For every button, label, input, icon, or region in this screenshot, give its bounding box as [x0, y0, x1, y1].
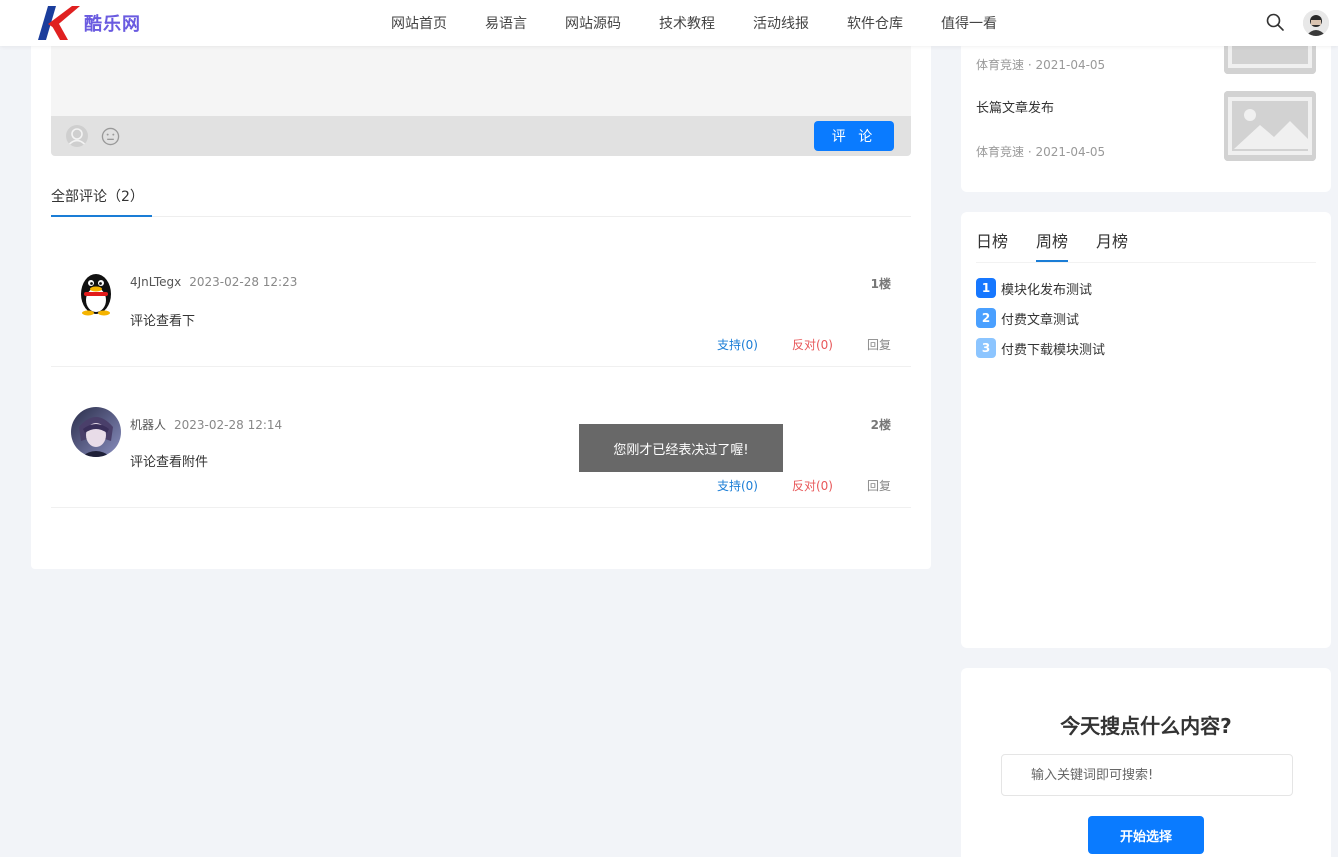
ranking-card: 日榜 周榜 月榜 1 模块化发布测试 2 付费文章测试 3 付费下载模块测试: [961, 212, 1331, 648]
comments-card: 评 论 全部评论（2） 4JnLTegx 2023-02-28 12:23 1楼 …: [31, 46, 931, 569]
ranking-item-title: 付费下载模块测试: [1001, 342, 1106, 358]
commenter-avatar: [71, 268, 121, 318]
ranking-item[interactable]: 1 模块化发布测试: [976, 278, 1092, 298]
image-placeholder-icon: [1224, 46, 1316, 74]
nav-item-activities[interactable]: 活动线报: [753, 13, 809, 33]
comment-text: 评论查看附件: [130, 455, 209, 470]
nav-item-home[interactable]: 网站首页: [391, 13, 447, 33]
submit-comment-button[interactable]: 评 论: [814, 121, 894, 151]
support-button[interactable]: 支持(0): [717, 336, 758, 353]
related-articles-card: 体育竞速 · 2021-04-05 长篇文章发布 体育竞速 · 2021-04-…: [961, 46, 1331, 192]
nav-item-eyuyan[interactable]: 易语言: [485, 13, 527, 33]
article-meta: 体育竞速 · 2021-04-05: [976, 58, 1106, 72]
comment-date: 2023-02-28 12:23: [189, 275, 298, 289]
comment-author[interactable]: 机器人: [130, 418, 166, 432]
ranking-item-title: 模块化发布测试: [1001, 282, 1093, 298]
ranking-item[interactable]: 2 付费文章测试: [976, 308, 1079, 328]
editor-toolbar: 评 论: [51, 116, 911, 156]
user-avatar[interactable]: [1303, 10, 1329, 36]
search-card: 今天搜点什么内容? 开始选择: [961, 668, 1331, 857]
tab-monthly[interactable]: 月榜: [1096, 228, 1128, 262]
comment-actions: 支持(0) 反对(0) 回复: [717, 477, 891, 494]
site-logo[interactable]: 酷乐网: [34, 4, 141, 42]
comment-meta: 机器人 2023-02-28 12:14: [130, 416, 282, 433]
comment-text: 评论查看下: [130, 314, 196, 329]
rank-number-badge: 2: [976, 308, 996, 328]
ranking-divider: [976, 262, 1316, 263]
toast-message: 您刚才已经表决过了喔!: [579, 424, 783, 472]
nav-item-source[interactable]: 网站源码: [565, 13, 621, 33]
commenter-avatar: [71, 407, 121, 457]
article-thumbnail[interactable]: [1224, 91, 1316, 161]
nav-item-software[interactable]: 软件仓库: [847, 13, 903, 33]
comment-floor: 2楼: [870, 418, 891, 432]
tab-daily[interactable]: 日榜: [976, 228, 1008, 262]
nav-item-worth[interactable]: 值得一看: [941, 13, 997, 33]
tab-weekly[interactable]: 周榜: [1036, 228, 1069, 262]
search-icon[interactable]: [1265, 12, 1285, 32]
support-button[interactable]: 支持(0): [717, 477, 758, 494]
oppose-button[interactable]: 反对(0): [792, 477, 833, 494]
logo-k-icon: [38, 6, 80, 40]
search-input[interactable]: [1001, 754, 1293, 796]
anime-avatar-icon: [71, 407, 121, 457]
image-placeholder-icon: [1224, 91, 1316, 161]
comment-actions: 支持(0) 反对(0) 回复: [717, 336, 891, 353]
tab-all-comments[interactable]: 全部评论（2）: [51, 186, 152, 217]
avatar-image-icon: [1303, 10, 1329, 36]
tabs-divider: [51, 216, 911, 217]
qq-penguin-icon: [81, 274, 111, 316]
main-nav: 网站首页 易语言 网站源码 技术教程 活动线报 软件仓库 值得一看: [372, 0, 1016, 46]
ranking-tabs: 日榜 周榜 月榜: [976, 228, 1156, 262]
rank-number-badge: 1: [976, 278, 996, 298]
article-thumbnail[interactable]: [1224, 46, 1316, 74]
comment-meta: 4JnLTegx 2023-02-28 12:23: [130, 275, 297, 289]
reply-button[interactable]: 回复: [867, 477, 891, 494]
ranking-item[interactable]: 3 付费下载模块测试: [976, 338, 1105, 358]
comment-floor: 1楼: [870, 277, 891, 291]
logo-text: 酷乐网: [84, 14, 141, 35]
nav-item-tutorials[interactable]: 技术教程: [659, 13, 715, 33]
rank-number-badge: 3: [976, 338, 996, 358]
article-title[interactable]: 长篇文章发布: [976, 97, 1054, 116]
site-header: 酷乐网 网站首页 易语言 网站源码 技术教程 活动线报 软件仓库 值得一看: [0, 0, 1338, 46]
user-icon[interactable]: [65, 124, 89, 148]
comment-item: 4JnLTegx 2023-02-28 12:23 1楼 评论查看下 支持(0) …: [51, 226, 911, 367]
ranking-item-title: 付费文章测试: [1001, 312, 1080, 328]
comment-date: 2023-02-28 12:14: [174, 418, 283, 432]
search-card-title: 今天搜点什么内容?: [1060, 714, 1232, 738]
article-meta: 体育竞速 · 2021-04-05: [976, 145, 1106, 159]
comment-author[interactable]: 4JnLTegx: [130, 275, 181, 289]
oppose-button[interactable]: 反对(0): [792, 336, 833, 353]
start-search-button[interactable]: 开始选择: [1088, 816, 1204, 854]
reply-button[interactable]: 回复: [867, 336, 891, 353]
emoji-icon[interactable]: [101, 127, 120, 146]
